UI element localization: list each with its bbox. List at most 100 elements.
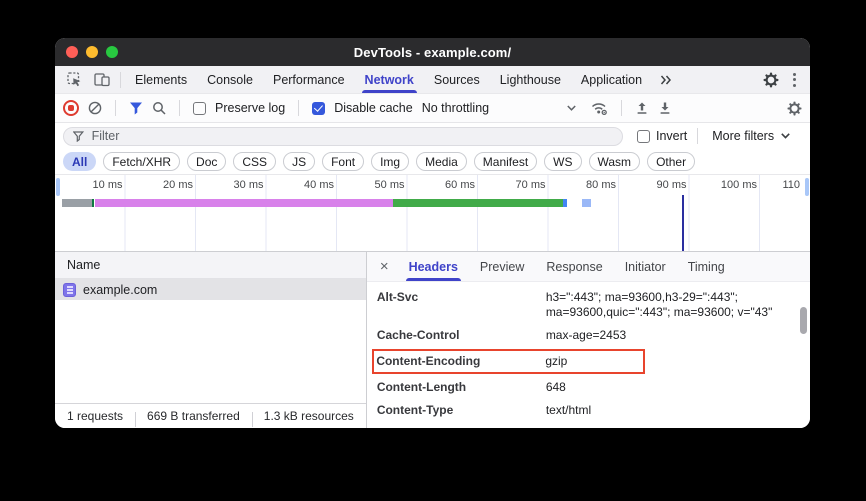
more-tabs-chevrons-icon: [660, 75, 672, 85]
overview-left-handle[interactable]: [56, 178, 60, 196]
settings-gear-icon[interactable]: [763, 72, 779, 88]
waiting-segment: [95, 199, 394, 207]
header-name: Alt-Svc: [377, 290, 546, 320]
timeline-tick-label: 40 ms: [267, 175, 338, 195]
resource-type-chip[interactable]: Wasm: [589, 152, 641, 171]
request-name: example.com: [83, 283, 157, 297]
resource-type-chip[interactable]: Fetch/XHR: [103, 152, 180, 171]
divider: [120, 72, 121, 88]
timeline-tick-label: 90 ms: [619, 175, 690, 195]
throttling-dropdown[interactable]: No throttling: [422, 101, 576, 115]
resource-type-chip[interactable]: Other: [647, 152, 695, 171]
response-header-row[interactable]: Cache-Control max-age=2453: [367, 324, 810, 347]
timeline-tick-label: 60 ms: [408, 175, 479, 195]
response-header-row[interactable]: Content-Encoding gzip: [372, 349, 645, 374]
devtools-panel-tab[interactable]: Application: [571, 66, 652, 93]
details-tab[interactable]: Timing: [677, 252, 736, 281]
import-har-icon[interactable]: [635, 101, 649, 115]
devtools-panel-tab[interactable]: Lighthouse: [490, 66, 571, 93]
zoom-window-button[interactable]: [106, 46, 118, 58]
response-header-row[interactable]: Content-Type text/html: [367, 399, 810, 422]
divider: [298, 100, 299, 116]
resource-type-chip[interactable]: Font: [322, 152, 364, 171]
preserve-log-label[interactable]: Preserve log: [215, 101, 285, 115]
export-har-icon[interactable]: [658, 101, 672, 115]
disable-cache-label[interactable]: Disable cache: [334, 101, 413, 115]
title-bar[interactable]: DevTools - example.com/: [55, 38, 810, 66]
lower-panels: Name example.com 1 requests669 B transfe…: [55, 252, 810, 428]
trailing-marker: [582, 199, 591, 207]
search-icon[interactable]: [152, 101, 166, 115]
details-tab[interactable]: Response: [535, 252, 613, 281]
invert-checkbox[interactable]: [637, 130, 650, 143]
header-value: h3=":443"; ma=93600,h3-29=":443"; ma=936…: [546, 290, 800, 320]
network-conditions-icon[interactable]: [591, 101, 608, 116]
chevron-down-icon: [781, 133, 790, 139]
devtools-window: DevTools - example.com/ ElementsConsoleP…: [55, 38, 810, 428]
resource-type-chip[interactable]: Doc: [187, 152, 226, 171]
close-window-button[interactable]: [66, 46, 78, 58]
header-value: max-age=2453: [546, 328, 800, 343]
request-row[interactable]: example.com: [55, 279, 366, 300]
devtools-panel-tab[interactable]: Network: [355, 66, 424, 93]
header-name: Content-Type: [377, 403, 546, 418]
header-value: text/html: [546, 403, 800, 418]
details-scrollbar-thumb[interactable]: [800, 307, 807, 334]
network-overview-timeline[interactable]: 10 ms20 ms30 ms40 ms50 ms60 ms70 ms80 ms…: [55, 175, 810, 252]
resource-type-chip[interactable]: All: [63, 152, 96, 171]
header-value: 648: [546, 380, 800, 395]
content-download-segment: [393, 199, 562, 207]
devtools-panel-tab[interactable]: Performance: [263, 66, 355, 93]
divider: [621, 100, 622, 116]
network-settings-gear-icon[interactable]: [787, 101, 802, 116]
inspect-element-icon[interactable]: [61, 66, 88, 93]
response-header-row[interactable]: Alt-Svc h3=":443"; ma=93600,h3-29=":443"…: [367, 286, 810, 324]
details-tabs: HeadersPreviewResponseInitiatorTiming: [398, 252, 736, 281]
resource-type-chip[interactable]: Media: [416, 152, 467, 171]
preserve-log-checkbox[interactable]: [193, 102, 206, 115]
network-status-bar: 1 requests669 B transferred1.3 kB resour…: [55, 403, 366, 428]
resource-type-chip[interactable]: Manifest: [474, 152, 537, 171]
divider: [179, 100, 180, 116]
resource-type-chip[interactable]: JS: [283, 152, 315, 171]
overview-right-handle[interactable]: [805, 178, 809, 196]
timeline-tick-label: 70 ms: [478, 175, 549, 195]
more-filters-dropdown[interactable]: More filters: [708, 129, 794, 143]
details-tab[interactable]: Preview: [469, 252, 535, 281]
resource-type-chip[interactable]: WS: [544, 152, 581, 171]
response-header-row[interactable]: Content-Length 648: [367, 376, 810, 399]
invert-filter[interactable]: Invert: [637, 129, 687, 143]
details-tab[interactable]: Initiator: [614, 252, 677, 281]
devtools-panel-tab[interactable]: Sources: [424, 66, 490, 93]
timeline-tick-label: 10 ms: [55, 175, 126, 195]
finish-marker: [563, 199, 568, 207]
window-title: DevTools - example.com/: [55, 45, 810, 60]
devtools-panel-tab[interactable]: Console: [197, 66, 263, 93]
queueing-segment: [62, 199, 92, 207]
filter-input[interactable]: [90, 128, 613, 144]
device-toolbar-icon[interactable]: [88, 66, 116, 93]
record-network-log-button[interactable]: [63, 100, 79, 116]
devtools-tab-bar: ElementsConsolePerformanceNetworkSources…: [55, 66, 810, 94]
header-name: Content-Length: [377, 380, 546, 395]
minimize-window-button[interactable]: [86, 46, 98, 58]
clear-network-log-icon[interactable]: [88, 101, 102, 115]
timeline-tick-label: 20 ms: [126, 175, 197, 195]
close-details-icon[interactable]: ×: [371, 252, 398, 281]
resource-type-chip[interactable]: Img: [371, 152, 409, 171]
details-tab-bar: × HeadersPreviewResponseInitiatorTiming: [367, 252, 810, 282]
tab-bar-right-controls: [763, 66, 804, 93]
details-tab[interactable]: Headers: [398, 252, 469, 281]
customize-devtools-menu-icon[interactable]: [789, 73, 800, 87]
divider: [697, 128, 698, 144]
filter-input-container[interactable]: [63, 127, 623, 146]
filter-toggle-icon[interactable]: [129, 102, 143, 115]
request-details-panel: × HeadersPreviewResponseInitiatorTiming …: [367, 252, 810, 428]
name-column-header[interactable]: Name: [55, 252, 366, 279]
status-bar-item: 1.3 kB resources: [252, 409, 366, 423]
more-tabs-button[interactable]: [652, 66, 680, 93]
resource-type-chip[interactable]: CSS: [233, 152, 276, 171]
devtools-panel-tab[interactable]: Elements: [125, 66, 197, 93]
requests-panel: Name example.com 1 requests669 B transfe…: [55, 252, 367, 428]
disable-cache-checkbox[interactable]: [312, 102, 325, 115]
